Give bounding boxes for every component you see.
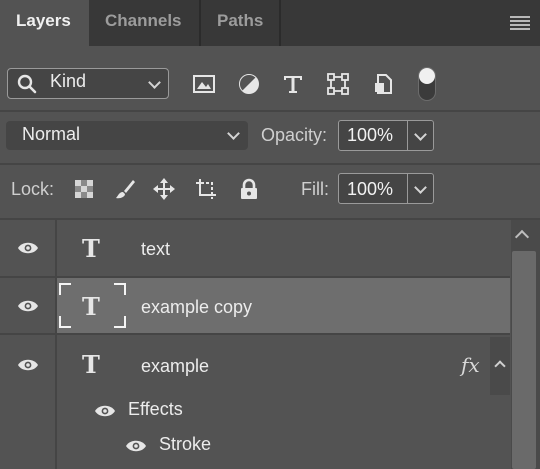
visibility-eye-icon[interactable]: [17, 241, 39, 255]
tab-channels[interactable]: Channels: [89, 0, 201, 46]
eye-column-separator: [55, 220, 57, 469]
fx-icon[interactable]: fx: [461, 353, 480, 377]
lock-image-pixels-icon[interactable]: [113, 177, 137, 201]
layer-row-example[interactable]: [0, 335, 510, 469]
blend-mode-value: Normal: [22, 124, 81, 144]
panel-menu-icon[interactable]: [510, 16, 530, 30]
thumbnail-frame: [114, 283, 126, 295]
thumbnail-frame: [114, 316, 126, 328]
visibility-eye-icon[interactable]: [17, 299, 39, 313]
filter-kind-label: Kind: [50, 71, 87, 91]
type-filter-icon[interactable]: [281, 72, 305, 96]
lock-all-icon[interactable]: [237, 177, 261, 201]
effects-visibility-eye-icon[interactable]: [94, 404, 116, 418]
fill-label: Fill:: [301, 179, 329, 199]
layer-row-text[interactable]: [0, 220, 510, 276]
layer-name[interactable]: example copy: [141, 297, 252, 318]
layer-name[interactable]: example: [141, 356, 209, 377]
lock-label: Lock:: [11, 179, 55, 199]
lock-position-icon[interactable]: [152, 177, 176, 201]
opacity-label: Opacity:: [261, 125, 328, 145]
effects-label[interactable]: Effects: [128, 399, 183, 420]
effect-stroke-label[interactable]: Stroke: [159, 434, 211, 455]
opacity-field-divider: [407, 121, 408, 150]
search-icon: [17, 74, 37, 94]
adjustment-filter-icon[interactable]: [237, 72, 261, 96]
thumbnail-frame: [59, 316, 71, 328]
visibility-eye-icon[interactable]: [17, 358, 39, 372]
image-filter-icon[interactable]: [192, 72, 216, 96]
tab-layers[interactable]: Layers: [0, 0, 89, 48]
shape-filter-icon[interactable]: [326, 72, 350, 96]
text-layer-icon: T: [82, 350, 100, 379]
layer-name[interactable]: text: [141, 239, 170, 260]
fill-value[interactable]: 100%: [347, 179, 393, 200]
scrollbar-thumb[interactable]: [512, 251, 536, 469]
filter-toggle-knob: [419, 68, 435, 84]
opacity-value[interactable]: 100%: [347, 125, 393, 146]
lock-artboard-icon[interactable]: [194, 177, 218, 201]
smart-object-filter-icon[interactable]: [372, 72, 396, 96]
tab-paths[interactable]: Paths: [201, 0, 281, 46]
lock-transparent-pixels-icon[interactable]: [72, 177, 96, 201]
text-layer-icon: T: [82, 234, 100, 263]
stroke-visibility-eye-icon[interactable]: [125, 439, 147, 453]
divider: [0, 110, 540, 112]
text-layer-icon: T: [82, 292, 100, 321]
divider: [0, 163, 540, 165]
fill-field-divider: [407, 174, 408, 203]
thumbnail-frame: [59, 283, 71, 295]
